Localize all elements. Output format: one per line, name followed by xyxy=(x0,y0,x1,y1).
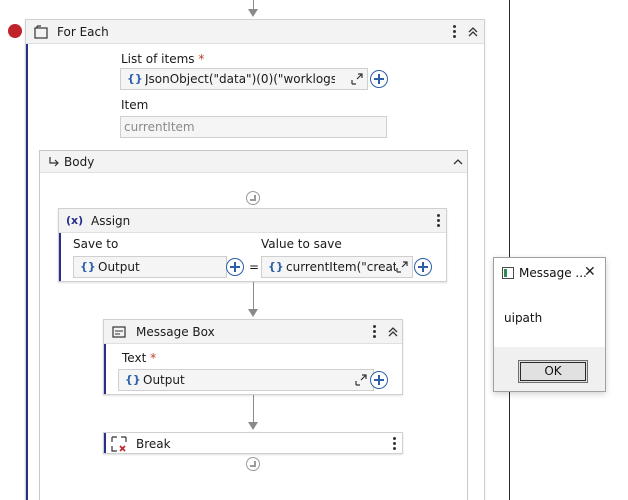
save-to-field[interactable]: {} Output xyxy=(73,256,227,278)
expression-brace-icon: {} xyxy=(80,260,96,273)
add-argument-button[interactable] xyxy=(370,70,388,88)
breakpoint-icon[interactable] xyxy=(8,24,22,38)
required-mark: * xyxy=(150,351,157,365)
connector-line xyxy=(253,395,254,423)
item-field[interactable]: currentItem xyxy=(120,116,387,138)
save-to-value: Output xyxy=(98,260,140,274)
break-title: Break xyxy=(136,437,171,451)
expand-editor-icon[interactable] xyxy=(355,374,367,386)
expression-brace-icon: {} xyxy=(268,260,284,273)
text-value: Output xyxy=(143,373,185,387)
list-of-items-field[interactable]: {} JsonObject("data")(0)("worklogs") xyxy=(120,68,368,90)
app-icon xyxy=(502,267,514,279)
more-options-icon[interactable] xyxy=(450,24,460,40)
collapse-icon[interactable] xyxy=(387,326,399,338)
assign-header[interactable]: (x) Assign xyxy=(59,209,446,233)
assign-title: Assign xyxy=(91,214,131,228)
insert-activity-button[interactable] xyxy=(246,191,260,205)
connector-arrow xyxy=(248,309,258,317)
ok-button[interactable]: OK xyxy=(518,360,588,383)
collapse-icon[interactable] xyxy=(467,26,479,38)
message-box-icon xyxy=(112,326,126,338)
message-dialog[interactable]: Message ... ✕ uipath OK xyxy=(493,257,606,392)
add-argument-button[interactable] xyxy=(414,258,432,276)
panel-divider xyxy=(509,0,510,257)
more-options-icon[interactable] xyxy=(370,324,380,340)
break-icon xyxy=(111,436,127,452)
item-label: Item xyxy=(121,98,149,112)
close-icon[interactable]: ✕ xyxy=(584,264,596,280)
connector-arrow xyxy=(248,9,258,17)
body-arrow-icon xyxy=(49,157,59,167)
insert-activity-button[interactable] xyxy=(246,457,260,471)
message-box-header[interactable]: Message Box xyxy=(104,320,402,344)
list-of-items-label-text: List of items xyxy=(121,52,195,66)
connector-arrow xyxy=(248,422,258,430)
expression-brace-icon: {} xyxy=(127,72,143,85)
activity-accent xyxy=(26,20,28,500)
text-label: Text * xyxy=(122,351,156,365)
add-argument-button[interactable] xyxy=(226,258,244,276)
workflow-canvas: For Each List of items * {} JsonObject("… xyxy=(0,0,628,500)
more-options-icon[interactable] xyxy=(390,436,400,452)
item-value: currentItem xyxy=(124,120,195,134)
value-to-save-label: Value to save xyxy=(261,237,342,251)
text-field[interactable]: {} Output xyxy=(118,369,374,391)
connector-line xyxy=(253,282,254,310)
equals-sign: = xyxy=(249,260,260,274)
expand-editor-icon[interactable] xyxy=(396,261,408,273)
text-label-text: Text xyxy=(122,351,147,365)
message-box-title: Message Box xyxy=(136,325,215,339)
body-title: Body xyxy=(64,155,95,169)
body-header[interactable]: Body xyxy=(40,151,467,173)
value-to-save-field[interactable]: {} currentItem("created_t xyxy=(261,256,413,278)
expression-brace-icon: {} xyxy=(125,373,141,386)
for-each-header[interactable]: For Each xyxy=(26,20,484,44)
save-to-label: Save to xyxy=(73,237,119,251)
assign-activity[interactable]: (x) Assign Save to Value to save {} Outp… xyxy=(58,208,447,282)
break-activity[interactable]: Break xyxy=(103,432,403,454)
message-box-activity[interactable]: Message Box Text * {} Output xyxy=(103,319,403,395)
more-options-icon[interactable] xyxy=(434,213,444,229)
required-mark: * xyxy=(198,52,205,66)
list-of-items-value: JsonObject("data")(0)("worklogs") xyxy=(145,72,335,86)
dialog-title: Message ... xyxy=(519,266,587,280)
collapse-icon[interactable] xyxy=(452,156,464,168)
value-to-save-value: currentItem("created_t xyxy=(286,260,396,274)
dialog-message: uipath xyxy=(504,311,543,325)
list-of-items-label: List of items * xyxy=(121,52,204,66)
for-each-title: For Each xyxy=(57,25,109,39)
activity-accent xyxy=(104,433,106,453)
panel-divider xyxy=(509,392,510,500)
add-argument-button[interactable] xyxy=(370,371,388,389)
assign-icon: (x) xyxy=(66,214,84,227)
for-each-icon xyxy=(34,25,48,39)
expand-editor-icon[interactable] xyxy=(351,73,363,85)
